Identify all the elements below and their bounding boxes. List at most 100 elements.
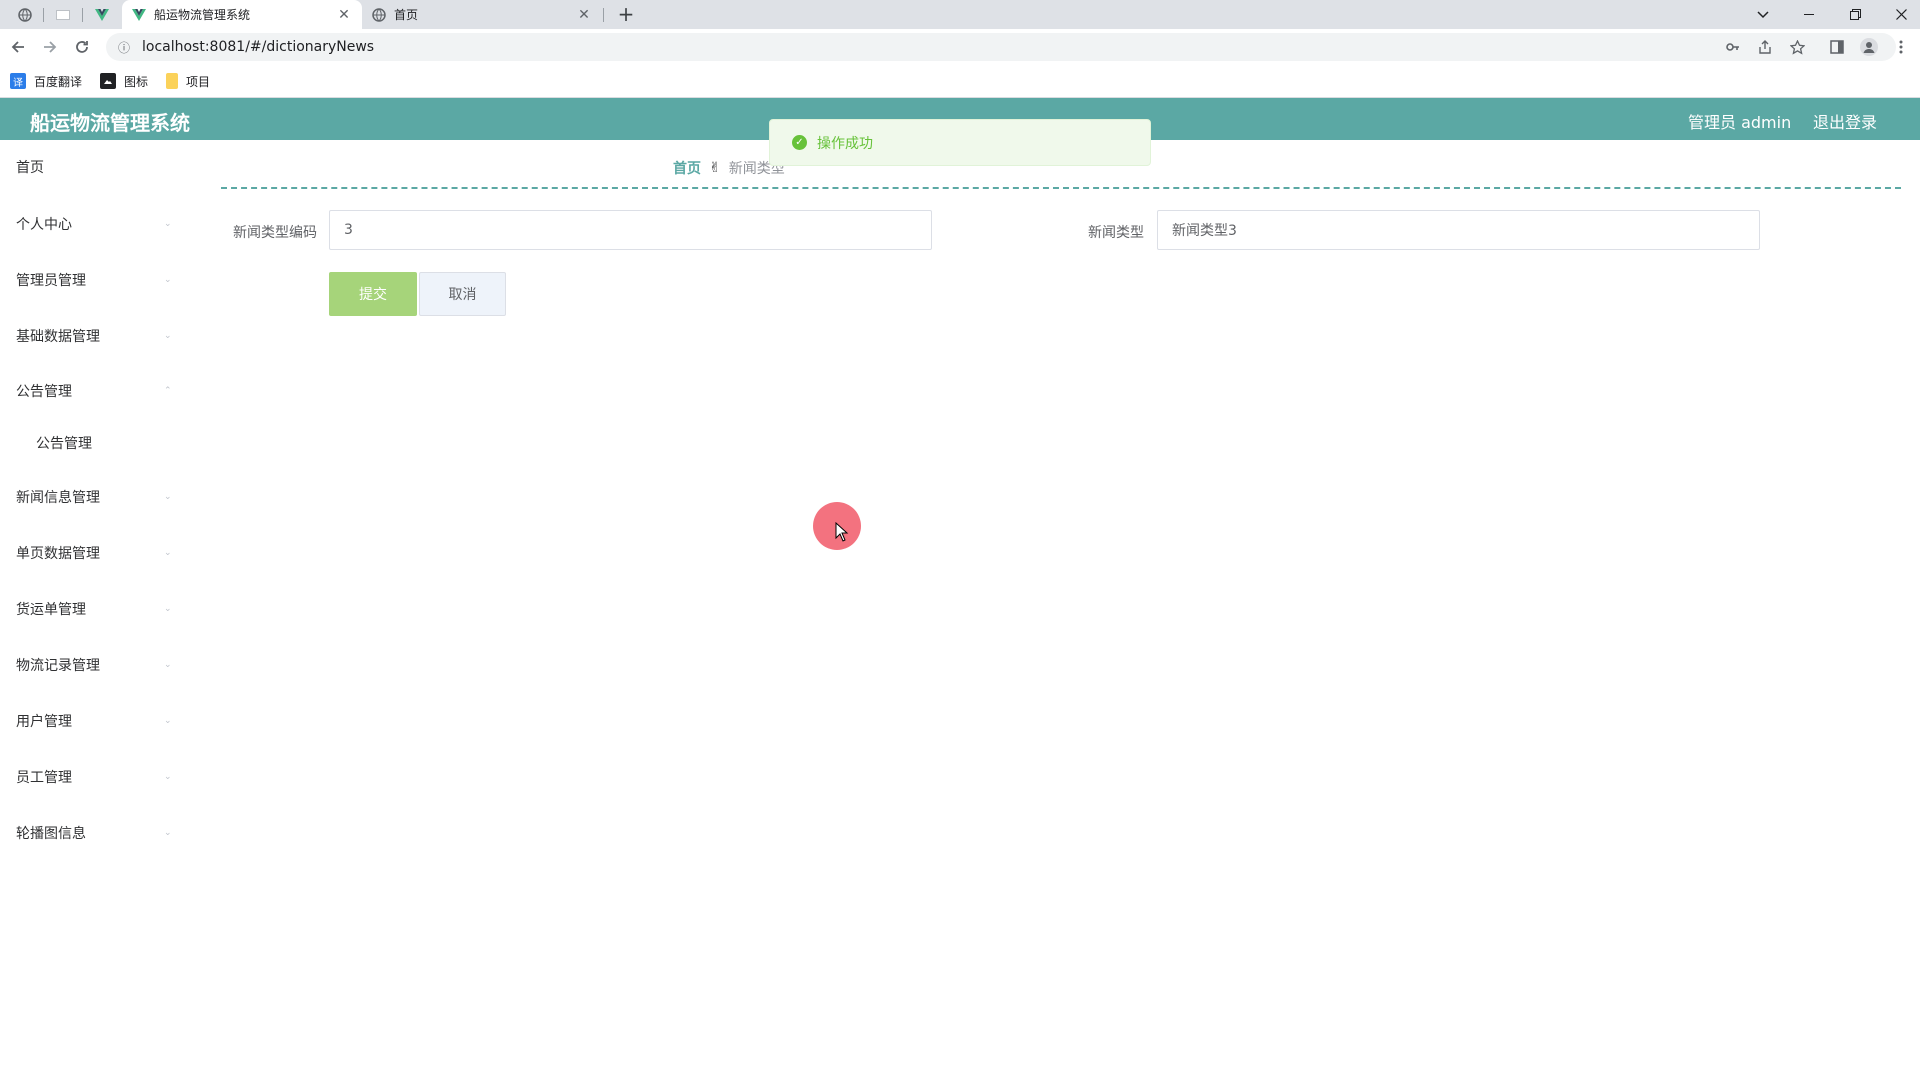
- tab-search-button[interactable]: [1740, 0, 1786, 29]
- tab-active[interactable]: 船运物流管理系统 ✕: [122, 0, 362, 29]
- chevron-down-icon: ⌄: [164, 828, 172, 838]
- breadcrumb-divider: [221, 187, 1901, 189]
- sidebar-item-label: 公告管理: [36, 436, 92, 452]
- sidebar-item-label: 物流记录管理: [16, 658, 100, 674]
- bookmark-project[interactable]: 项目: [166, 73, 210, 90]
- sidebar-item-label: 基础数据管理: [16, 329, 100, 345]
- sidebar-item-user-management[interactable]: 用户管理 ⌄: [0, 706, 180, 736]
- chevron-down-icon: ⌄: [164, 219, 172, 229]
- bookmark-label: 图标: [124, 74, 149, 89]
- new-tab-button[interactable]: +: [614, 2, 638, 26]
- pinned-tab-vue[interactable]: [91, 4, 113, 26]
- window-close-button[interactable]: [1878, 0, 1920, 29]
- close-icon[interactable]: ✕: [576, 7, 592, 23]
- check-circle-icon: ✓: [792, 135, 807, 150]
- side-panel-icon[interactable]: [1825, 35, 1849, 59]
- bookmark-baidu-translate[interactable]: 译 百度翻译: [10, 73, 82, 90]
- sidebar-item-label: 员工管理: [16, 770, 72, 786]
- sidebar-item-waybill-management[interactable]: 货运单管理 ⌄: [0, 594, 180, 624]
- vue-logo-icon: [132, 8, 146, 21]
- sidebar-subitem-notice-management[interactable]: 公告管理: [0, 428, 180, 458]
- tab-title: 首页: [394, 8, 419, 22]
- globe-icon: [18, 8, 32, 22]
- tab-title: 船运物流管理系统: [154, 8, 251, 22]
- sidebar-item-label: 管理员管理: [16, 273, 86, 289]
- tab-separator: [43, 8, 44, 22]
- forward-button[interactable]: [38, 35, 62, 59]
- news-type-code-label: 新闻类型编码: [233, 225, 317, 241]
- reload-button[interactable]: [70, 35, 94, 59]
- sidebar-item-logistics-records[interactable]: 物流记录管理 ⌄: [0, 650, 180, 680]
- pinned-tab-blank[interactable]: [52, 4, 74, 26]
- address-url: localhost:8081/#/dictionaryNews: [142, 39, 375, 55]
- chevron-down-icon: [1757, 10, 1769, 18]
- share-icon[interactable]: [1753, 35, 1777, 59]
- chevron-down-icon: ⌄: [164, 716, 172, 726]
- sidebar-item-notice-management[interactable]: 公告管理 ⌃: [0, 376, 180, 406]
- chevron-up-icon: ⌃: [164, 386, 172, 396]
- minimize-button[interactable]: [1786, 0, 1832, 29]
- kebab-menu-icon[interactable]: [1889, 35, 1913, 59]
- chevron-down-icon: ⌄: [164, 660, 172, 670]
- cancel-button[interactable]: 取消: [419, 272, 506, 316]
- sidebar-item-staff-management[interactable]: 员工管理 ⌄: [0, 762, 180, 792]
- info-icon[interactable]: ⓘ: [114, 39, 134, 56]
- logout-button[interactable]: 退出登录: [1813, 109, 1877, 133]
- bookmark-label: 百度翻译: [34, 74, 83, 89]
- star-icon[interactable]: [1785, 35, 1809, 59]
- profile-icon[interactable]: [1857, 35, 1881, 59]
- reload-icon: [76, 41, 88, 53]
- tab-home[interactable]: 首页 ✕: [362, 0, 602, 29]
- browser-toolbar: ⓘ localhost:8081/#/dictionaryNews: [0, 29, 1920, 65]
- sidebar-item-news-management[interactable]: 新闻信息管理 ⌄: [0, 482, 180, 512]
- mouse-cursor-icon: [835, 522, 849, 542]
- sidebar-item-basic-data[interactable]: 基础数据管理 ⌄: [0, 321, 180, 351]
- chevron-down-icon: ⌄: [164, 331, 172, 341]
- news-type-code-input[interactable]: [329, 210, 932, 250]
- success-toast: ✓ 操作成功: [769, 119, 1151, 166]
- restore-icon: [1849, 9, 1861, 20]
- sidebar-item-admin-management[interactable]: 管理员管理 ⌄: [0, 265, 180, 295]
- sidebar-item-single-page-data[interactable]: 单页数据管理 ⌄: [0, 538, 180, 568]
- hand-icon: ✌: [709, 160, 721, 176]
- restore-button[interactable]: [1832, 0, 1878, 29]
- minimize-icon: [1804, 14, 1814, 15]
- submit-button[interactable]: 提交: [329, 272, 417, 316]
- sidebar-item-label: 单页数据管理: [16, 546, 100, 562]
- sidebar-item-label: 首页: [16, 160, 44, 176]
- sidebar-item-label: 轮播图信息: [16, 826, 86, 842]
- sidebar-item-label: 货运单管理: [16, 602, 86, 618]
- translate-icon: 译: [10, 73, 26, 89]
- sidebar-item-label: 新闻信息管理: [16, 490, 100, 506]
- sidebar: 首页 个人中心 ⌄ 管理员管理 ⌄ 基础数据管理 ⌄ 公告管理 ⌃ 公告管理 新…: [0, 140, 180, 1072]
- breadcrumb: 首页 ✌ 新闻类型: [673, 158, 785, 178]
- bookmark-icons[interactable]: 图标: [100, 73, 148, 90]
- vue-logo-icon: [95, 9, 109, 21]
- sidebar-item-label: 个人中心: [16, 217, 72, 233]
- chevron-down-icon: ⌄: [164, 492, 172, 502]
- sidebar-item-home[interactable]: 首页: [0, 152, 180, 182]
- sidebar-item-carousel-info[interactable]: 轮播图信息 ⌄: [0, 818, 180, 848]
- pinned-tab-globe[interactable]: [14, 4, 36, 26]
- back-button[interactable]: [6, 35, 30, 59]
- globe-icon: [372, 7, 386, 22]
- blank-page-icon: [56, 10, 70, 20]
- chevron-down-icon: ⌄: [164, 604, 172, 614]
- chevron-down-icon: ⌄: [164, 772, 172, 782]
- bookmark-label: 项目: [186, 74, 211, 89]
- key-icon[interactable]: [1721, 35, 1745, 59]
- arrow-left-icon: [11, 41, 24, 53]
- tab-separator: [82, 8, 83, 22]
- news-type-input[interactable]: [1157, 210, 1760, 250]
- image-icon: [100, 73, 117, 89]
- arrow-right-icon: [44, 41, 57, 53]
- sidebar-item-personal-center[interactable]: 个人中心 ⌄: [0, 209, 180, 239]
- news-type-label: 新闻类型: [1088, 225, 1144, 241]
- tab-separator: [603, 8, 604, 22]
- breadcrumb-home[interactable]: 首页: [673, 158, 701, 178]
- sidebar-item-label: 公告管理: [16, 384, 72, 400]
- current-user: 管理员 admin: [1688, 113, 1792, 132]
- app-title: 船运物流管理系统: [30, 111, 190, 135]
- close-icon[interactable]: ✕: [336, 7, 352, 23]
- address-bar[interactable]: ⓘ localhost:8081/#/dictionaryNews: [106, 33, 1896, 61]
